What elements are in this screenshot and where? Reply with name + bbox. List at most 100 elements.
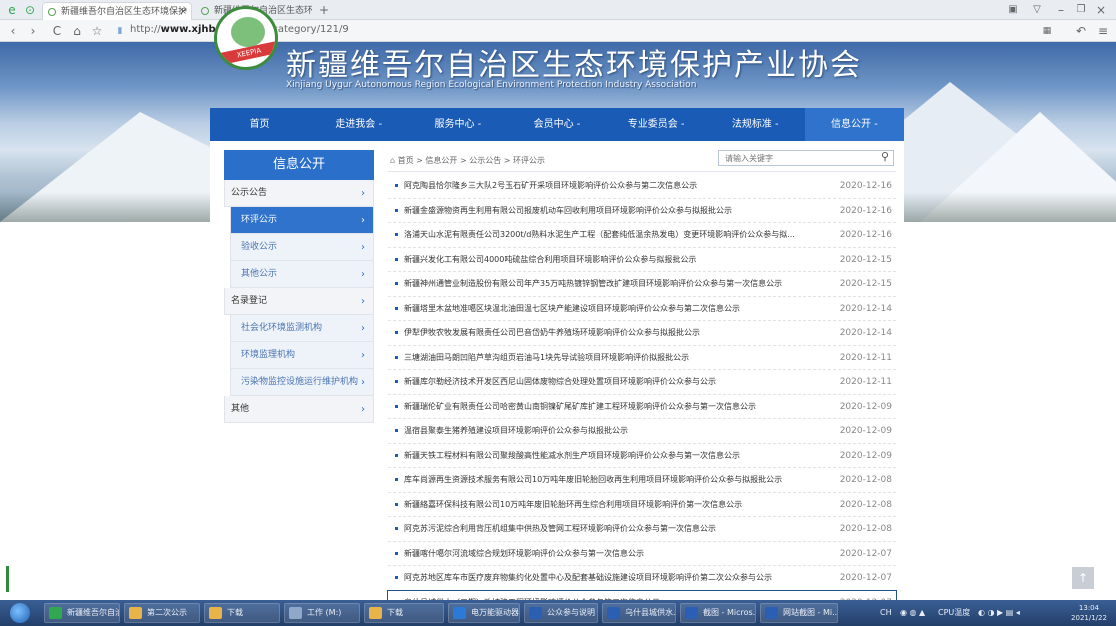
notice-title[interactable]: 三塘湖油田马朗凹陷芦草沟组页岩油马1块先导试验项目环境影响评价拟报批公示 — [404, 346, 824, 370]
taskbar-item[interactable]: 截图 - Micros... — [680, 603, 756, 623]
bullet-icon — [395, 527, 398, 530]
notice-title[interactable]: 新疆库尔勒经济技术开发区西尼山固体废物综合处理处置项目环境影响评价公众参与公示 — [404, 370, 824, 394]
nav-home[interactable]: 首页 — [210, 108, 309, 141]
notice-title[interactable]: 阿克苏污泥综合利用背压机组集中供热及管网工程环境影响评价公众参与第一次信息公示 — [404, 517, 824, 541]
nav-services[interactable]: 服务中心 - — [408, 108, 507, 141]
sidebar-item-eia-notices[interactable]: 环评公示 › — [230, 207, 374, 234]
nav-members[interactable]: 会员中心 - — [507, 108, 606, 141]
taskbar-item[interactable]: 第二次公示 — [124, 603, 200, 623]
list-item[interactable]: 阿克苏地区库车市医疗废弃物集约化处置中心及配套基础设施建设项目环境影响评价第二次… — [388, 566, 896, 591]
notice-title[interactable]: 新疆神州通管业制造股份有限公司年产35万吨热镀锌钢管改扩建项目环境影响评价公众参… — [404, 272, 824, 296]
list-item[interactable]: 新疆库尔勒经济技术开发区西尼山固体废物综合处理处置项目环境影响评价公众参与公示 2… — [388, 370, 896, 395]
nav-about[interactable]: 走进我会 - — [309, 108, 408, 141]
notice-title[interactable]: 库车尚源再生资源技术服务有限公司10万吨年废旧轮胎回收再生利用项目环境影响评价公… — [404, 468, 824, 492]
notice-title[interactable]: 洛浦天山水泥有限责任公司3200t/d熟料水泥生产工程（配套纯低温余热发电）变更… — [404, 223, 824, 247]
extensions-icon[interactable]: ▦ — [1040, 20, 1054, 42]
back-to-top-button[interactable]: ↑ — [1072, 567, 1094, 589]
star-icon[interactable]: ☆ — [90, 20, 104, 42]
list-item[interactable]: 温宿县聚泰生猪养殖建设项目环境影响评价公众参与拟报批公示 2020-12-09 — [388, 419, 896, 444]
breadcrumb-text[interactable]: 首页 > 信息公开 > 公示公告 > 环评公示 — [398, 156, 545, 165]
notice-date: 2020-12-14 — [839, 328, 892, 338]
reload-icon[interactable]: C — [50, 20, 64, 42]
taskbar-item[interactable]: 网站截图 - Mi... — [760, 603, 838, 623]
sidebar-item-maintenance-agencies[interactable]: 污染物监控设施运行维护机构 › — [230, 369, 374, 396]
new-tab-button[interactable]: + — [316, 0, 332, 20]
tab-close-icon[interactable]: × — [179, 3, 187, 20]
sidebar-group-registry[interactable]: 名录登记 › — [224, 288, 374, 315]
notice-title[interactable]: 阿克陶县恰尔隆乡三大队2号玉石矿开采项目环境影响评价公众参与第二次信息公示 — [404, 174, 824, 198]
start-button[interactable] — [10, 603, 30, 623]
undo-icon[interactable]: ↶ — [1074, 20, 1088, 42]
tray-system-icons[interactable]: ◐ ◑ ▶ ▤ ◂ — [978, 600, 1020, 626]
taskbar-item[interactable]: 下载 — [364, 603, 444, 623]
list-item[interactable]: 新疆瑞伦矿业有限责任公司哈密黄山南铜镍矿尾矿库扩建工程环境影响评价公众参与第一次… — [388, 395, 896, 419]
menu-icon[interactable]: ≡ — [1096, 20, 1110, 42]
list-item[interactable]: 新疆喀什噶尔河流域综合规划环境影响评价公众参与第一次信息公示 2020-12-07 — [388, 542, 896, 566]
favorites-icon[interactable]: ▽ — [1030, 0, 1044, 20]
notice-title[interactable]: 新疆天铁工程材料有限公司聚羧酸高性能减水剂生产项目环境影响评价公众参与第一次信息… — [404, 444, 824, 468]
taskbar-item[interactable]: 电万能驱动器... — [448, 603, 520, 623]
list-item[interactable]: 阿克苏污泥综合利用背压机组集中供热及管网工程环境影响评价公众参与第一次信息公示 2… — [388, 517, 896, 542]
taskbar-item[interactable]: 工作 (M:) — [284, 603, 360, 623]
nav-regulations[interactable]: 法规标准 - — [706, 108, 805, 141]
site-logo[interactable]: XEEPIA — [214, 6, 278, 70]
home-icon[interactable]: ⌂ — [70, 20, 84, 42]
list-item[interactable]: 新疆金盛源物资再生利用有限公司报废机动车回收利用项目环境影响评价公众参与拟报批公… — [388, 199, 896, 223]
taskbar-item[interactable]: 乌什县城供水... — [602, 603, 676, 623]
search-icon[interactable]: ⚲ — [881, 150, 889, 163]
nav-committees[interactable]: 专业委员会 - — [607, 108, 706, 141]
notice-title[interactable]: 新疆喀什噶尔河流域综合规划环境影响评价公众参与第一次信息公示 — [404, 542, 824, 566]
divider — [388, 171, 896, 172]
chevron-right-icon: › — [361, 350, 365, 361]
notice-title[interactable]: 阿克苏地区库车市医疗废弃物集约化处置中心及配套基础设施建设项目环境影响评价第二次… — [404, 566, 824, 590]
notice-title[interactable]: 新疆塔里木盆地准噶区块温北油田温七区块产能建设项目环境影响评价公众参与第二次信息… — [404, 297, 824, 321]
app-icon — [49, 607, 62, 619]
notice-title[interactable]: 新疆金盛源物资再生利用有限公司报废机动车回收利用项目环境影响评价公众参与拟报批公… — [404, 199, 824, 223]
app-icon — [529, 607, 542, 619]
sidebar-item-supervision-agencies[interactable]: 环境监理机构 › — [230, 342, 374, 369]
browser-menu-icon[interactable]: ⊙ — [22, 0, 38, 20]
browser-tab-bar: e ⊙ 新疆维吾尔自治区生态环境保护 × 新疆维吾尔自治区生态环境保护 + ▣ … — [0, 0, 1116, 20]
tray-status-icons[interactable]: ◉ ◍ ▲ — [900, 600, 925, 626]
list-item[interactable]: 三塘湖油田马朗凹陷芦草沟组页岩油马1块先导试验项目环境影响评价拟报批公示 2020… — [388, 346, 896, 370]
nav-info-disclosure[interactable]: 信息公开 - — [804, 108, 904, 141]
home-icon[interactable]: ⌂ — [390, 156, 398, 165]
logo-leaf-icon — [231, 17, 265, 47]
search-input[interactable] — [725, 152, 865, 164]
list-item[interactable]: 新疆兴发化工有限公司4000吨硫盐综合利用项目环境影响评价公众参与拟报批公示 20… — [388, 248, 896, 272]
list-item[interactable]: 库车尚源再生资源技术服务有限公司10万吨年废旧轮胎回收再生利用项目环境影响评价公… — [388, 468, 896, 493]
sidebar-item-acceptance-notices[interactable]: 验收公示 › — [230, 234, 374, 261]
taskbar-clock[interactable]: 13:04 2021/1/22 — [1066, 603, 1112, 623]
list-item[interactable]: 新疆塔里木盆地准噶区块温北油田温七区块产能建设项目环境影响评价公众参与第二次信息… — [388, 297, 896, 321]
list-item[interactable]: 洛浦天山水泥有限责任公司3200t/d熟料水泥生产工程（配套纯低温余热发电）变更… — [388, 223, 896, 248]
notice-title[interactable]: 伊犁伊牧农牧发展有限责任公司巴音岱奶牛养殖场环境影响评价公众参与拟报批公示 — [404, 321, 824, 345]
sidebar-toggle-icon[interactable]: ▣ — [1006, 0, 1020, 20]
list-item[interactable]: 新疆神州通管业制造股份有限公司年产35万吨热镀锌钢管改扩建项目环境影响评价公众参… — [388, 272, 896, 297]
list-item[interactable]: 新疆絡嘉环保科技有限公司10万吨年废旧轮胎环再生综合利用项目环境影响评价第一次信… — [388, 493, 896, 517]
sidebar-item-monitoring-agencies[interactable]: 社会化环境监测机构 › — [230, 315, 374, 342]
list-item[interactable]: 伊犁伊牧农牧发展有限责任公司巴音岱奶牛养殖场环境影响评价公众参与拟报批公示 202… — [388, 321, 896, 346]
tray-language[interactable]: CH — [880, 600, 892, 626]
sidebar-item-other-notices[interactable]: 其他公示 › — [230, 261, 374, 288]
restore-button[interactable]: ❐ — [1074, 0, 1088, 20]
tab-active[interactable]: 新疆维吾尔自治区生态环境保护 × — [42, 2, 192, 20]
bullet-icon — [395, 404, 398, 408]
notice-title[interactable]: 新疆絡嘉环保科技有限公司10万吨年废旧轮胎环再生综合利用项目环境影响评价第一次信… — [404, 493, 824, 517]
minimize-button[interactable]: – — [1054, 0, 1068, 20]
taskbar-item[interactable]: 新疆维吾尔自治... — [44, 603, 120, 623]
browser-logo-icon[interactable]: e — [4, 0, 20, 20]
bullet-icon — [395, 380, 398, 383]
back-icon[interactable]: ‹ — [6, 20, 20, 42]
notice-title[interactable]: 温宿县聚泰生猪养殖建设项目环境影响评价公众参与拟报批公示 — [404, 419, 824, 443]
close-button[interactable]: × — [1094, 0, 1108, 20]
sidebar-group-announcements[interactable]: 公示公告 › — [224, 180, 374, 207]
taskbar-item[interactable]: 下载 — [204, 603, 280, 623]
taskbar-item[interactable]: 公众参与说明 -... — [524, 603, 598, 623]
notice-title[interactable]: 新疆瑞伦矿业有限责任公司哈密黄山南铜镍矿尾矿库扩建工程环境影响评价公众参与第一次… — [404, 395, 824, 419]
forward-icon[interactable]: › — [26, 20, 40, 42]
notice-title[interactable]: 新疆兴发化工有限公司4000吨硫盐综合利用项目环境影响评价公众参与拟报批公示 — [404, 248, 824, 272]
sidebar-group-other[interactable]: 其他 › — [224, 396, 374, 423]
list-item[interactable]: 阿克陶县恰尔隆乡三大队2号玉石矿开采项目环境影响评价公众参与第二次信息公示 202… — [388, 174, 896, 199]
notice-date: 2020-12-08 — [839, 499, 892, 510]
list-item[interactable]: 新疆天铁工程材料有限公司聚羧酸高性能减水剂生产项目环境影响评价公众参与第一次信息… — [388, 444, 896, 468]
